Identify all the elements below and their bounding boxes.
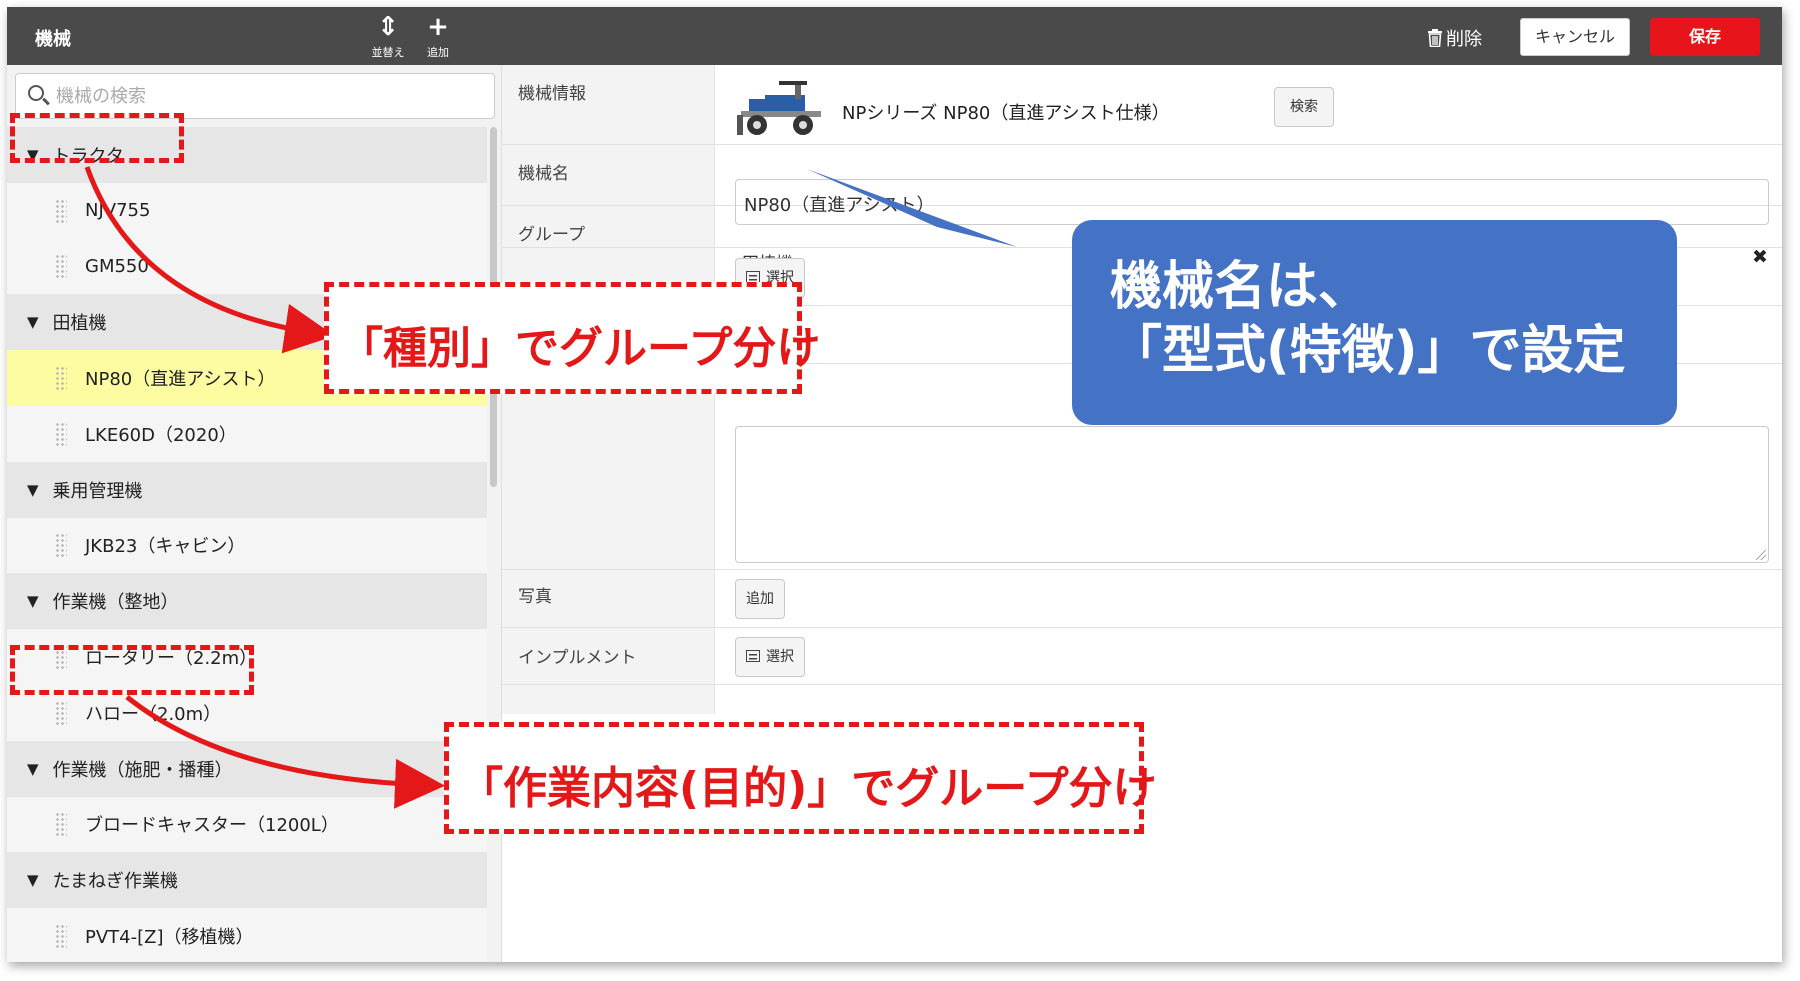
arrow-type xyxy=(84,166,335,354)
callout-type-text: 「種別」でグループ分け xyxy=(339,323,821,374)
bubble-line-1: 機械名は、 xyxy=(1110,257,1371,317)
bubble-tail xyxy=(807,169,1017,247)
callout-purpose-text: 「作業内容(目的)」でグループ分け xyxy=(459,763,1157,814)
arrow-purpose xyxy=(125,695,445,809)
note-bubble-text: 機械名は、 「型式(特徴)」で設定 xyxy=(1110,255,1626,383)
bubble-line-2: 「型式(特徴)」で設定 xyxy=(1110,321,1626,381)
app-window: 機械 ⇕ 並替え + 追加 削除 キャンセル 保存 ▼トラクタNJV755GM5… xyxy=(7,7,1782,962)
